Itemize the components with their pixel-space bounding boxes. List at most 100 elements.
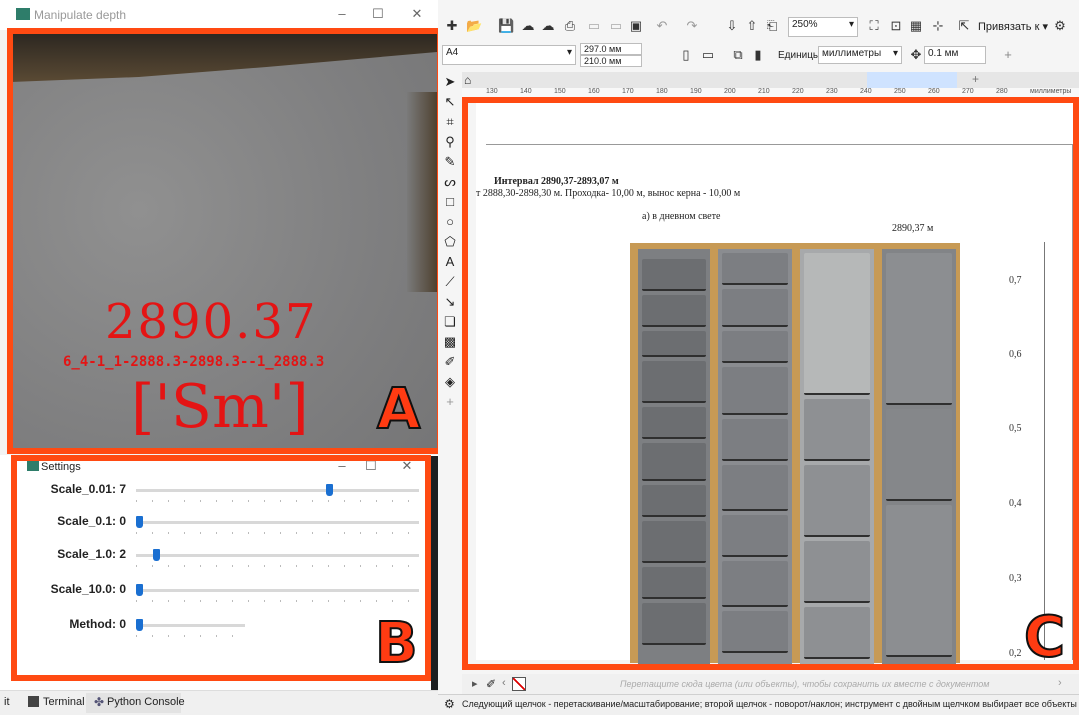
interactive-fill-icon[interactable]: ◈ <box>440 372 460 392</box>
ruler-unit-label: миллиметры <box>1030 88 1072 95</box>
eyedropper-icon[interactable]: ✐ <box>440 352 460 372</box>
close-icon[interactable]: ✕ <box>405 6 429 22</box>
paste-icon[interactable]: ▣ <box>628 18 644 34</box>
page-size-value: A4 <box>446 47 459 58</box>
depth-window-titlebar[interactable]: Manipulate depth – ☐ ✕ <box>0 0 438 30</box>
new-tab-icon[interactable]: + <box>972 72 979 86</box>
ruler-tick: 220 <box>792 88 804 95</box>
document-palette: ▸ ✐ ‹ Перетащите сюда цвета (или объекты… <box>462 674 1079 694</box>
ruler-tick: 190 <box>690 88 702 95</box>
freehand-tool-icon[interactable]: ✎ <box>440 152 460 172</box>
ruler-tick: 240 <box>860 88 872 95</box>
new-document-icon[interactable]: ✚ <box>444 18 460 34</box>
save-icon[interactable]: 💾 <box>498 18 514 34</box>
cut-icon[interactable]: ▭ <box>586 18 602 34</box>
home-icon[interactable]: ⌂ <box>464 73 471 87</box>
ruler-tick: 210 <box>758 88 770 95</box>
palette-left-icon[interactable]: ‹ <box>502 677 506 689</box>
tab-python-console[interactable]: Python Console <box>107 696 185 708</box>
nudge-distance-field[interactable]: 0.1 мм <box>924 46 986 64</box>
cloud-upload-icon[interactable]: ☁ <box>540 18 556 34</box>
python-icon: ✤ <box>94 695 105 709</box>
ruler-tick: 160 <box>588 88 600 95</box>
units-value: миллиметры <box>822 48 882 59</box>
zoom-tool-icon[interactable]: ⚲ <box>440 132 460 152</box>
ide-tool-window-bar: it Terminal ✤ Python Console <box>0 690 438 715</box>
ruler-tick: 180 <box>656 88 668 95</box>
shape-tool-icon[interactable]: ↖ <box>440 92 460 112</box>
polygon-tool-icon[interactable]: ⬠ <box>440 232 460 252</box>
ide-gutter <box>0 480 11 620</box>
no-color-swatch[interactable] <box>512 677 526 691</box>
maximize-icon[interactable]: ☐ <box>366 6 390 22</box>
page-width-field[interactable]: 297.0 мм <box>580 43 642 55</box>
rulers-icon[interactable]: ⊡ <box>888 18 904 34</box>
snap-to-label: Привязать к <box>978 21 1040 33</box>
artistic-media-icon[interactable]: ᔕ <box>440 172 460 192</box>
crop-tool-icon[interactable]: ⌗ <box>440 112 460 132</box>
coreldraw-window: ✚ 📂 💾 ☁ ☁ ⎙ ▭ ▭ ▣ ↶ ↷ ⇩ ⇧ ⎗ 250% ▾ ⛶ ⊡ ▦ … <box>438 0 1079 714</box>
guidelines-icon[interactable]: ⊹ <box>930 18 946 34</box>
units-select[interactable]: миллиметры ▾ <box>818 46 902 64</box>
landscape-icon[interactable]: ▭ <box>700 47 716 63</box>
ruler-tick: 230 <box>826 88 838 95</box>
ruler-tick: 150 <box>554 88 566 95</box>
pdf-icon[interactable]: ⎗ <box>764 18 780 34</box>
import-icon[interactable]: ⇩ <box>724 18 740 34</box>
document-tab-bar: ⌂ + <box>462 72 1079 88</box>
ruler-tick: 200 <box>724 88 736 95</box>
zoom-level-select[interactable]: 250% ▾ <box>788 17 858 37</box>
page-size-select[interactable]: A4 ▾ <box>442 45 576 65</box>
transparency-icon[interactable]: ▩ <box>440 332 460 352</box>
ide-background-edge <box>431 456 438 690</box>
snap-to-dropdown[interactable]: Привязать к ▾ <box>978 20 1048 33</box>
connector-tool-icon[interactable]: ↘ <box>440 292 460 312</box>
all-pages-icon[interactable]: ⧉ <box>730 47 746 63</box>
palette-scroll-icon[interactable]: ▸ <box>472 677 478 690</box>
manipulate-depth-window: Manipulate depth – ☐ ✕ 2890.37 6_4-1_1-2… <box>0 0 443 455</box>
toolbox: ➤ ↖ ⌗ ⚲ ✎ ᔕ □ ○ ⬠ A ⟋ ↘ ❏ ▩ ✐ ◈ + <box>440 72 462 462</box>
ruler-tick: 270 <box>962 88 974 95</box>
palette-eyedropper-icon[interactable]: ✐ <box>486 677 496 691</box>
export-icon[interactable]: ⇧ <box>744 18 760 34</box>
page-height-field[interactable]: 210.0 мм <box>580 55 642 67</box>
redo-icon[interactable]: ↷ <box>684 18 700 34</box>
undo-icon[interactable]: ↶ <box>654 18 670 34</box>
palette-hint: Перетащите сюда цвета (или объекты), что… <box>620 679 990 689</box>
options-gear-icon[interactable]: ⚙ <box>1052 18 1068 34</box>
units-label: Единицы: <box>778 50 823 61</box>
app-icon <box>16 8 30 20</box>
rectangle-tool-icon[interactable]: □ <box>440 192 460 212</box>
palette-scroll-right-icon[interactable]: › <box>1058 677 1062 689</box>
status-bar: ⚙ Следующий щелчок - перетаскивание/масш… <box>438 694 1079 715</box>
annotation-badge-c: C <box>1023 605 1066 670</box>
ellipse-tool-icon[interactable]: ○ <box>440 212 460 232</box>
status-gear-icon: ⚙ <box>444 697 455 711</box>
launch-icon[interactable]: ⇱ <box>956 18 972 34</box>
open-icon[interactable]: 📂 <box>466 18 482 34</box>
current-page-icon[interactable]: ▮ <box>750 47 766 63</box>
ruler-tick: 280 <box>996 88 1008 95</box>
portrait-icon[interactable]: ▯ <box>678 47 694 63</box>
tab-terminal[interactable]: Terminal <box>43 696 85 708</box>
add-tool-icon[interactable]: + <box>440 392 460 412</box>
parallel-dimension-icon[interactable]: ⟋ <box>440 272 460 292</box>
ide-truncated-label: it <box>4 696 10 708</box>
annotation-frame-c <box>462 97 1079 670</box>
full-screen-icon[interactable]: ⛶ <box>866 18 882 34</box>
document-tab[interactable] <box>867 72 957 88</box>
add-preset-icon[interactable]: + <box>1000 47 1016 62</box>
drop-shadow-icon[interactable]: ❏ <box>440 312 460 332</box>
zoom-level-value: 250% <box>792 19 818 30</box>
ruler-tick: 170 <box>622 88 634 95</box>
print-icon[interactable]: ⎙ <box>562 18 578 34</box>
pick-tool-icon[interactable]: ➤ <box>440 72 460 92</box>
settings-window: Settings – ☐ ✕ Scale_0.01: 7 Scale_0.1: … <box>11 455 431 681</box>
grid-icon[interactable]: ▦ <box>908 18 924 34</box>
minimize-icon[interactable]: – <box>330 6 354 21</box>
copy-icon[interactable]: ▭ <box>608 18 624 34</box>
text-tool-icon[interactable]: A <box>440 252 460 272</box>
annotation-frame-b <box>11 455 431 681</box>
cloud-download-icon[interactable]: ☁ <box>520 18 536 34</box>
ruler-tick: 130 <box>486 88 498 95</box>
